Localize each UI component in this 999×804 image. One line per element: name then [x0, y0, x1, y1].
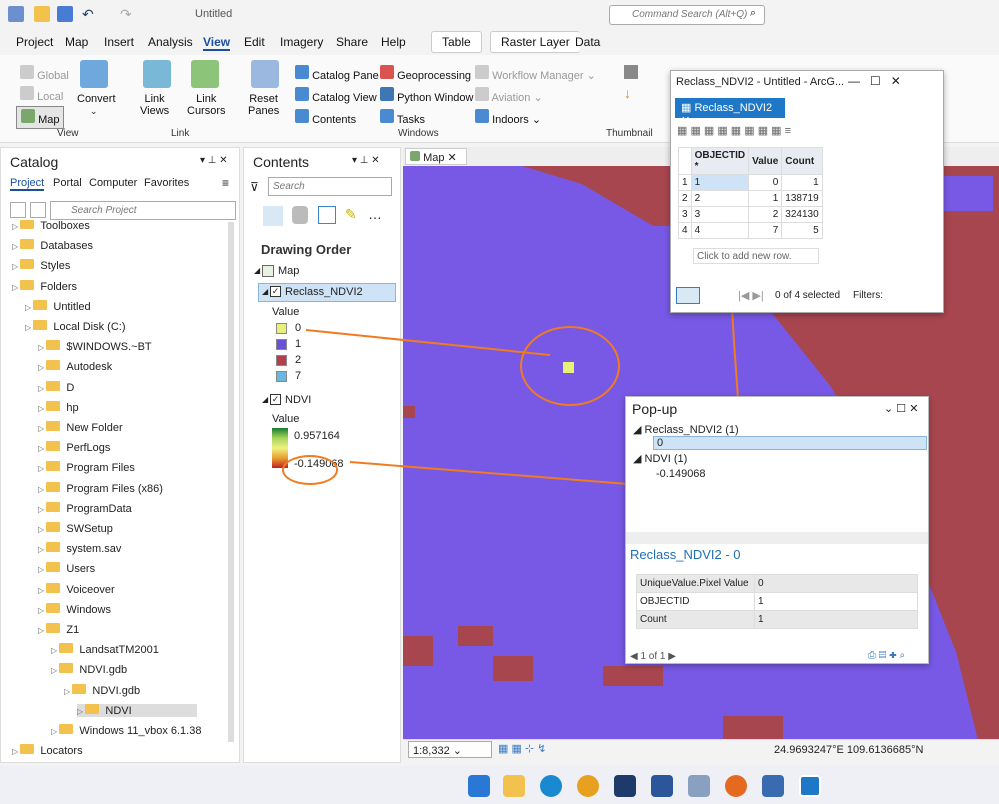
edge-icon[interactable]	[540, 775, 562, 797]
row-number[interactable]: 4	[678, 222, 692, 239]
popup-field-row: UniqueValue.Pixel Value 0	[636, 574, 918, 593]
popup-field-row: Count 1	[636, 610, 918, 629]
popup-heading: Reclass_NDVI2 - 0	[630, 547, 741, 562]
popup-tools-icon[interactable]: ⎙ ▤ ✚ ⌕	[868, 650, 905, 661]
table-header-row: OBJECTID * Value Count	[678, 147, 823, 175]
table-cell[interactable]: 0	[748, 174, 783, 191]
table-cell[interactable]: 7	[748, 222, 783, 239]
popup-layer1-label: Reclass_NDVI2 (1)	[644, 424, 739, 436]
scale-selector[interactable]: 1:8,332 ⌄	[408, 741, 492, 758]
column-header[interactable]: Count	[781, 147, 823, 175]
table-cell[interactable]: 2	[690, 190, 750, 207]
popup-field-name: UniqueValue.Pixel Value	[636, 574, 755, 593]
popup-field-name: Count	[636, 610, 755, 629]
table-cell[interactable]: 2	[748, 206, 783, 223]
app-icon-blue[interactable]	[614, 775, 636, 797]
popup-window-controls[interactable]: ⌄ ☐ ✕	[884, 402, 918, 415]
popup-layer2-feature[interactable]: -0.149068	[656, 468, 706, 480]
popup-layer1[interactable]: ◢ Reclass_NDVI2 (1)	[633, 423, 739, 436]
row-number[interactable]: 3	[678, 206, 692, 223]
popup-divider	[626, 532, 928, 544]
table-cell[interactable]: 138719	[781, 190, 823, 207]
word-icon[interactable]	[651, 775, 673, 797]
table-cell[interactable]: 1	[748, 190, 783, 207]
arcgis-pro-icon[interactable]	[799, 775, 821, 797]
popup-layer2-label: NDVI (1)	[644, 453, 688, 465]
popup-pager[interactable]: ◀ 1 of 1 ▶	[630, 651, 676, 662]
column-header[interactable]: OBJECTID *	[690, 147, 750, 175]
selection-count: 0 of 4 selected	[775, 290, 841, 301]
column-header[interactable]: Value	[748, 147, 783, 175]
popup-pager-label: 1 of 1	[640, 651, 666, 662]
table-cell[interactable]: 324130	[781, 206, 823, 223]
row-number[interactable]: 1	[678, 174, 692, 191]
app-icon-camera[interactable]	[762, 775, 784, 797]
table-row[interactable]: 2 2 1 138719	[678, 190, 823, 207]
popup-layer2[interactable]: ◢ NDVI (1)	[633, 452, 687, 465]
popup-layer1-feature[interactable]: 0	[653, 436, 927, 450]
row-number[interactable]: 2	[678, 190, 692, 207]
popup-field-table: UniqueValue.Pixel Value 0 OBJECTID 1 Count 1	[636, 574, 918, 629]
popup-field-value: 0	[754, 574, 918, 593]
table-icon: ▦	[681, 102, 692, 114]
taskbar	[0, 766, 999, 804]
row-header-corner	[678, 147, 692, 175]
window-controls[interactable]: — ☐ ✕	[848, 74, 901, 88]
show-all-records-icon[interactable]	[676, 287, 700, 304]
table-toolbar[interactable]: ▦ ▦ ▦ ▦ ▦ ▦ ▦ ▦ ≡	[677, 124, 937, 140]
file-explorer-icon[interactable]	[503, 775, 525, 797]
app-icon-gray[interactable]	[688, 775, 710, 797]
table-row[interactable]: 1101	[678, 174, 823, 191]
pager-icons[interactable]: |◀ ▶|	[738, 289, 764, 302]
table-row[interactable]: 4475	[678, 222, 823, 239]
table-cell[interactable]: 5	[781, 222, 823, 239]
popup-field-row: OBJECTID 1	[636, 592, 918, 611]
table-cell[interactable]: 4	[690, 222, 750, 239]
table-tab-label: Reclass_NDVI2	[694, 102, 773, 114]
table-cell[interactable]: 1	[781, 174, 823, 191]
popup-field-name: OBJECTID	[636, 592, 755, 611]
popup-field-value: 1	[754, 592, 918, 611]
firefox-icon[interactable]	[725, 775, 747, 797]
chrome-icon[interactable]	[577, 775, 599, 797]
start-icon[interactable]	[468, 775, 490, 797]
add-row-placeholder[interactable]: Click to add new row.	[693, 248, 819, 264]
popup-title: Pop-up	[632, 401, 678, 417]
map-tools-icon[interactable]: ▦ ▦ ⊹ ↯	[498, 742, 578, 756]
table-cell[interactable]: 1	[690, 174, 750, 191]
table-window-title: Reclass_NDVI2 - Untitled - ArcG...	[676, 76, 845, 88]
table-row[interactable]: 3 3 2 324130	[678, 206, 823, 223]
table-tab[interactable]: ▦ Reclass_NDVI2 ✕	[675, 98, 785, 127]
scale-value: 1:8,332	[413, 745, 450, 757]
popup-field-value: 1	[754, 610, 918, 629]
attribute-table-grid[interactable]: OBJECTID * Value Count 1 1 0 1 2 2 1 138719 3 3 2 3241…	[678, 147, 823, 239]
coordinates-readout: 24.9693247°E 109.6136685°N	[774, 744, 924, 756]
table-cell[interactable]: 3	[690, 206, 750, 223]
filters-label: Filters:	[853, 290, 883, 301]
